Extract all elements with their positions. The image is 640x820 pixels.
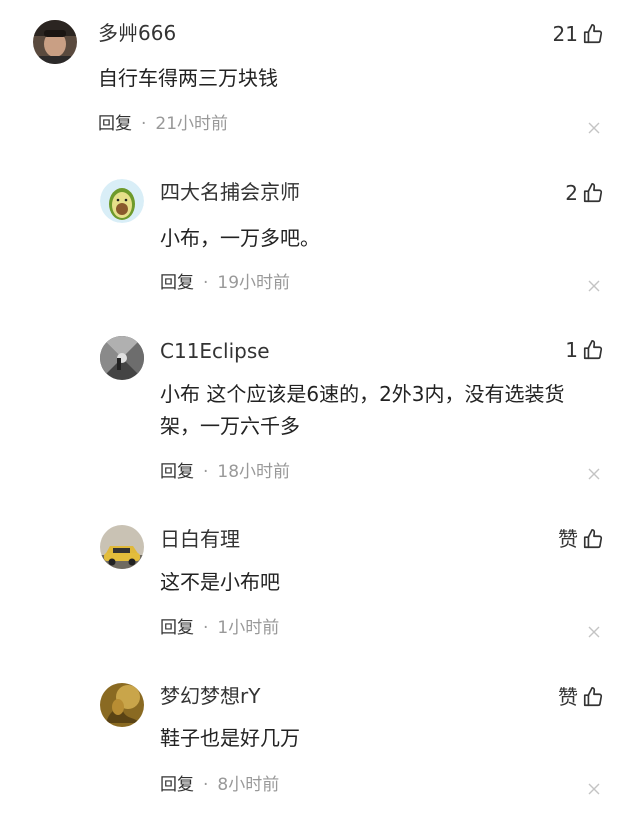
close-icon[interactable] bbox=[588, 626, 600, 638]
avatar[interactable] bbox=[100, 179, 144, 223]
like-count: 2 bbox=[565, 181, 578, 205]
comment-text: 鞋子也是好几万 bbox=[160, 726, 300, 750]
close-icon[interactable] bbox=[588, 468, 600, 480]
like-count: 21 bbox=[552, 22, 578, 46]
like-label: 赞 bbox=[558, 527, 578, 551]
avatar[interactable] bbox=[100, 525, 144, 569]
reply-item: 四大名捕会京师 2 小布，一万多吧。 回复 · 19小时前 bbox=[0, 160, 640, 310]
username[interactable]: 四大名捕会京师 bbox=[160, 179, 300, 205]
painting-avatar-image bbox=[100, 683, 144, 727]
comment-text: 小布，一万多吧。 bbox=[160, 226, 320, 250]
thumbs-up-icon bbox=[583, 24, 603, 44]
timestamp: 19小时前 bbox=[217, 273, 291, 293]
reply-item: 日白有理 赞 这不是小布吧 回复 · 1小时前 bbox=[0, 506, 640, 656]
avatar[interactable] bbox=[100, 336, 144, 380]
close-icon[interactable] bbox=[588, 122, 600, 134]
like-label: 赞 bbox=[558, 685, 578, 709]
car-avatar-image bbox=[100, 525, 144, 569]
like-button[interactable]: 赞 bbox=[558, 683, 604, 711]
username[interactable]: 梦幻梦想rY bbox=[160, 683, 260, 709]
reply-button[interactable]: 回复 bbox=[160, 460, 194, 484]
comment-meta: 回复 · 19小时前 bbox=[160, 271, 290, 295]
thumbs-up-icon bbox=[583, 340, 603, 360]
timestamp: 8小时前 bbox=[217, 775, 280, 795]
separator-dot: · bbox=[203, 618, 209, 638]
avatar[interactable] bbox=[100, 683, 144, 727]
comment-meta: 回复 · 21小时前 bbox=[98, 112, 228, 136]
comment-item: 多艸666 21 自行车得两三万块钱 回复 · 21小时前 bbox=[0, 0, 640, 150]
close-icon[interactable] bbox=[588, 280, 600, 292]
like-button[interactable]: 赞 bbox=[558, 525, 604, 553]
comment-meta: 回复 · 8小时前 bbox=[160, 773, 279, 797]
thumbs-up-icon bbox=[583, 183, 603, 203]
comment-text: 这不是小布吧 bbox=[160, 570, 280, 594]
reply-button[interactable]: 回复 bbox=[98, 112, 132, 136]
reply-item: 梦幻梦想rY 赞 鞋子也是好几万 回复 · 8小时前 bbox=[0, 663, 640, 820]
tunnel-avatar-image bbox=[100, 336, 144, 380]
timestamp: 1小时前 bbox=[217, 618, 280, 638]
username[interactable]: 多艸666 bbox=[98, 20, 176, 46]
timestamp: 18小时前 bbox=[217, 462, 291, 482]
separator-dot: · bbox=[203, 775, 209, 795]
avatar[interactable] bbox=[33, 20, 77, 64]
separator-dot: · bbox=[141, 114, 147, 134]
thumbs-up-icon bbox=[583, 687, 603, 707]
close-icon[interactable] bbox=[588, 783, 600, 795]
like-button[interactable]: 2 bbox=[565, 179, 604, 207]
username[interactable]: C11Eclipse bbox=[160, 338, 270, 364]
separator-dot: · bbox=[203, 273, 209, 293]
like-count: 1 bbox=[565, 338, 578, 362]
reply-button[interactable]: 回复 bbox=[160, 616, 194, 640]
like-button[interactable]: 1 bbox=[565, 336, 604, 364]
avocado-avatar-image bbox=[100, 179, 144, 223]
comment-meta: 回复 · 1小时前 bbox=[160, 616, 279, 640]
thumbs-up-icon bbox=[583, 529, 603, 549]
reply-button[interactable]: 回复 bbox=[160, 271, 194, 295]
comment-meta: 回复 · 18小时前 bbox=[160, 460, 290, 484]
timestamp: 21小时前 bbox=[155, 114, 229, 134]
like-button[interactable]: 21 bbox=[553, 20, 604, 48]
separator-dot: · bbox=[203, 462, 209, 482]
reply-button[interactable]: 回复 bbox=[160, 773, 194, 797]
username[interactable]: 日白有理 bbox=[160, 526, 240, 552]
reply-item: C11Eclipse 1 小布 这个应该是6速的，2外3内，没有选装货架，一万六… bbox=[0, 318, 640, 498]
comment-text: 自行车得两三万块钱 bbox=[98, 66, 278, 90]
avatar-photo bbox=[33, 20, 77, 64]
comment-text: 小布 这个应该是6速的，2外3内，没有选装货架，一万六千多 bbox=[160, 382, 565, 438]
